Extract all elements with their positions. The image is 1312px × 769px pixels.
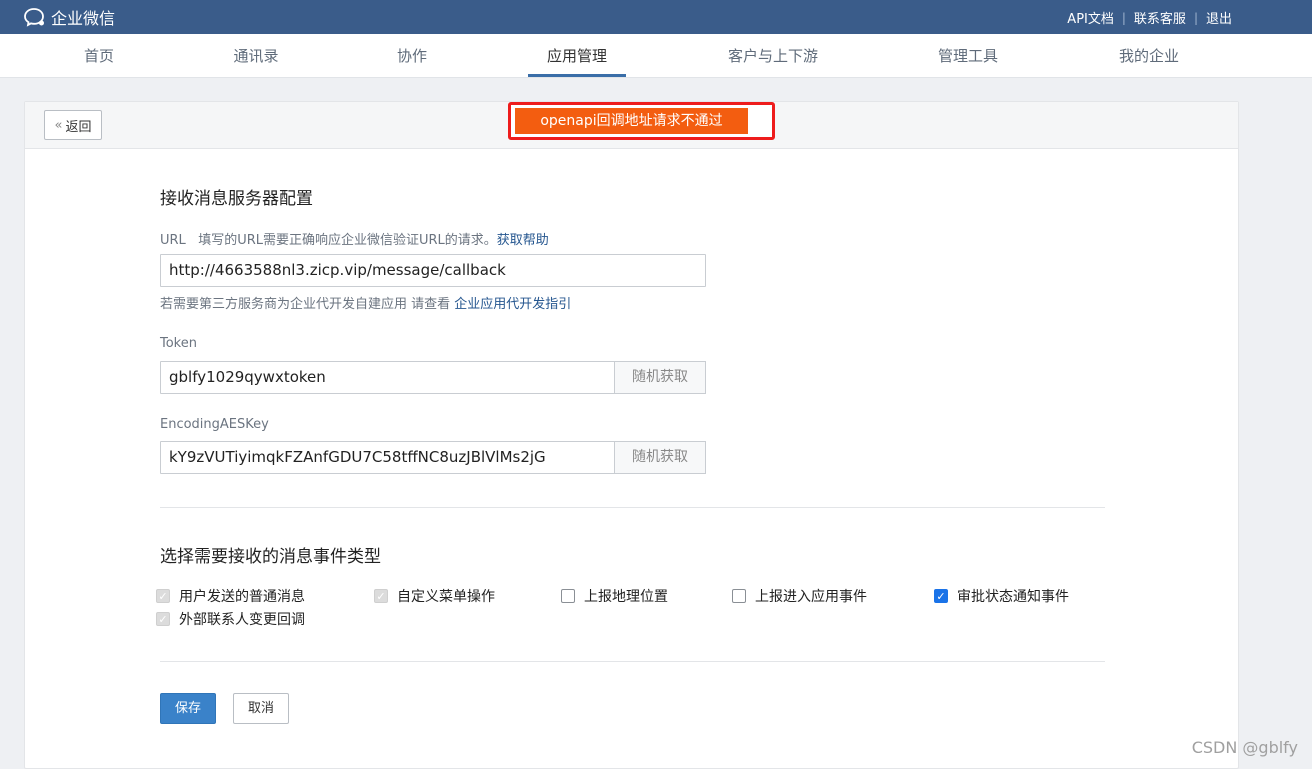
nav-home[interactable]: 首页 bbox=[68, 34, 130, 78]
cancel-button[interactable]: 取消 bbox=[233, 693, 289, 724]
alert-highlight: openapi回调地址请求不通过 bbox=[508, 102, 775, 140]
contact-support-link[interactable]: 联系客服 bbox=[1126, 8, 1194, 27]
checkbox-checked-disabled-icon[interactable]: ✓ bbox=[156, 612, 170, 626]
logo[interactable]: 企业微信 bbox=[24, 6, 115, 28]
dev-hint-text: 若需要第三方服务商为企业代开发自建应用 请查看 bbox=[160, 297, 451, 312]
nav-active-indicator bbox=[528, 74, 626, 77]
nav-my-enterprise[interactable]: 我的企业 bbox=[1106, 34, 1192, 78]
divider bbox=[160, 661, 1105, 662]
url-label: URL bbox=[160, 233, 186, 248]
logo-text: 企业微信 bbox=[51, 9, 116, 28]
top-bar: 企业微信 API文档 | 联系客服 | 退出 bbox=[0, 0, 1312, 34]
nav-admin-tools[interactable]: 管理工具 bbox=[926, 34, 1010, 78]
save-button[interactable]: 保存 bbox=[160, 693, 216, 724]
divider bbox=[160, 507, 1105, 508]
main-nav: 首页 通讯录 协作 应用管理 客户与上下游 管理工具 我的企业 bbox=[0, 34, 1312, 78]
event-external-contact[interactable]: ✓ 外部联系人变更回调 bbox=[156, 609, 305, 629]
dev-hint: 若需要第三方服务商为企业代开发自建应用 请查看 企业应用代开发指引 bbox=[160, 293, 571, 312]
event-label: 上报地理位置 bbox=[584, 589, 668, 605]
header-links: API文档 | 联系客服 | 退出 bbox=[1059, 8, 1240, 28]
url-description: 填写的URL需要正确响应企业微信验证URL的请求。 bbox=[198, 233, 497, 248]
back-button[interactable]: « 返回 bbox=[44, 110, 102, 140]
server-config-title: 接收消息服务器配置 bbox=[160, 189, 313, 209]
nav-customers[interactable]: 客户与上下游 bbox=[716, 34, 830, 78]
checkbox-checked-disabled-icon[interactable]: ✓ bbox=[374, 589, 388, 603]
checkbox-checked-icon[interactable]: ✓ bbox=[934, 589, 948, 603]
event-custom-menu[interactable]: ✓ 自定义菜单操作 bbox=[374, 586, 495, 606]
wecom-logo-icon bbox=[24, 8, 44, 27]
event-report-location[interactable]: 上报地理位置 bbox=[561, 586, 668, 606]
event-types-title: 选择需要接收的消息事件类型 bbox=[160, 547, 381, 567]
event-label: 自定义菜单操作 bbox=[397, 589, 495, 605]
error-alert: openapi回调地址请求不通过 bbox=[515, 108, 748, 134]
aes-random-button[interactable]: 随机获取 bbox=[614, 441, 706, 474]
checkbox-unchecked-icon[interactable] bbox=[732, 589, 746, 603]
nav-contacts[interactable]: 通讯录 bbox=[222, 34, 290, 78]
nav-collaboration[interactable]: 协作 bbox=[382, 34, 442, 78]
event-user-message[interactable]: ✓ 用户发送的普通消息 bbox=[156, 586, 305, 606]
logout-link[interactable]: 退出 bbox=[1198, 8, 1240, 27]
url-label-row: URL 填写的URL需要正确响应企业微信验证URL的请求。获取帮助 bbox=[160, 229, 549, 248]
event-label: 审批状态通知事件 bbox=[957, 589, 1069, 605]
nav-app-management[interactable]: 应用管理 bbox=[528, 34, 626, 78]
token-random-button[interactable]: 随机获取 bbox=[614, 361, 706, 394]
double-chevron-left-icon: « bbox=[54, 117, 63, 133]
checkbox-unchecked-icon[interactable] bbox=[561, 589, 575, 603]
api-docs-link[interactable]: API文档 bbox=[1059, 8, 1122, 27]
event-approval-status[interactable]: ✓ 审批状态通知事件 bbox=[934, 586, 1069, 606]
back-label: 返回 bbox=[65, 119, 92, 135]
event-label: 外部联系人变更回调 bbox=[179, 612, 305, 628]
event-label: 用户发送的普通消息 bbox=[179, 589, 305, 605]
aes-key-input[interactable]: kY9zVUTiyimqkFZAnfGDU7C58tffNC8uzJBlVlMs… bbox=[160, 441, 615, 474]
event-label: 上报进入应用事件 bbox=[755, 589, 867, 605]
get-help-link[interactable]: 获取帮助 bbox=[497, 233, 549, 248]
aes-key-label: EncodingAESKey bbox=[160, 417, 269, 432]
dev-guide-link[interactable]: 企业应用代开发指引 bbox=[454, 297, 571, 312]
checkbox-checked-disabled-icon[interactable]: ✓ bbox=[156, 589, 170, 603]
config-panel: « 返回 openapi回调地址请求不通过 接收消息服务器配置 URL 填写的U… bbox=[24, 101, 1239, 769]
watermark: CSDN @gblfy bbox=[1191, 738, 1298, 757]
url-input[interactable]: http://4663588nl3.zicp.vip/message/callb… bbox=[160, 254, 706, 287]
token-input[interactable]: gblfy1029qywxtoken bbox=[160, 361, 615, 394]
event-enter-app[interactable]: 上报进入应用事件 bbox=[732, 586, 867, 606]
token-label: Token bbox=[160, 336, 197, 351]
